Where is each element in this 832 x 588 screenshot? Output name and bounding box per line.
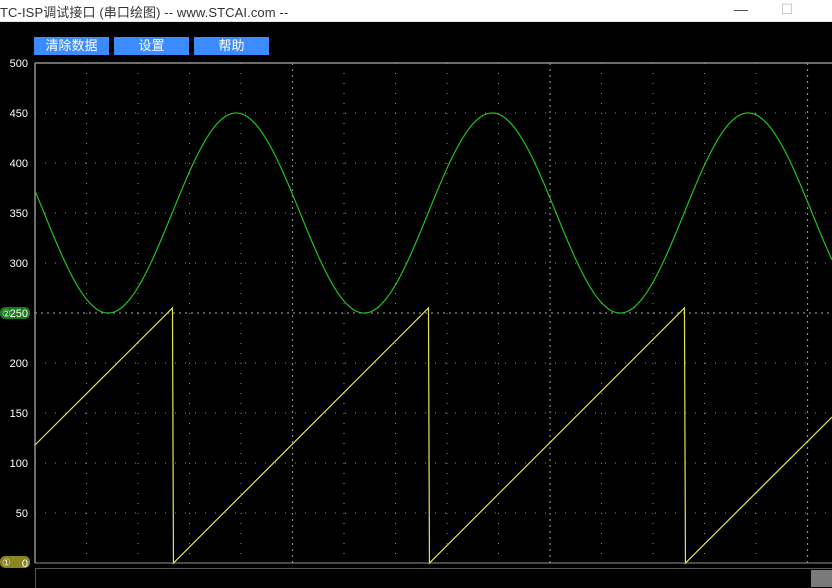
y-tick-label: 100 <box>10 458 28 470</box>
y-tick-label: 150 <box>10 408 28 420</box>
channel-1-glyph: ① <box>2 558 11 569</box>
y-tick-label: 500 <box>10 58 28 70</box>
channel-2-value: 250 <box>10 308 28 320</box>
y-tick-label: 350 <box>10 208 28 220</box>
y-tick-label: 200 <box>10 358 28 370</box>
y-tick-label: 50 <box>16 508 28 520</box>
horizontal-scrollbar[interactable] <box>35 568 832 588</box>
scrollbar-thumb[interactable] <box>811 570 832 587</box>
series-lines <box>34 112 832 565</box>
y-tick-label: 400 <box>10 158 28 170</box>
plot-canvas: 50 100 150 200 300 350 400 450 500 ②250 ① 0 <box>0 58 832 570</box>
y-tick-label: 450 <box>10 108 28 120</box>
channel-2-marker: ②250 <box>0 307 30 320</box>
channel-markers: ②250 ① 0 <box>0 307 30 570</box>
grid <box>35 63 832 563</box>
channel-1-marker: ①0 <box>0 556 30 570</box>
y-tick-label: 300 <box>10 258 28 270</box>
y-axis: 50 100 150 200 300 350 400 450 500 <box>10 58 832 564</box>
channel-1-value: 0 <box>22 558 28 570</box>
series-line-1 <box>34 112 832 314</box>
series-line-2 <box>34 306 832 565</box>
